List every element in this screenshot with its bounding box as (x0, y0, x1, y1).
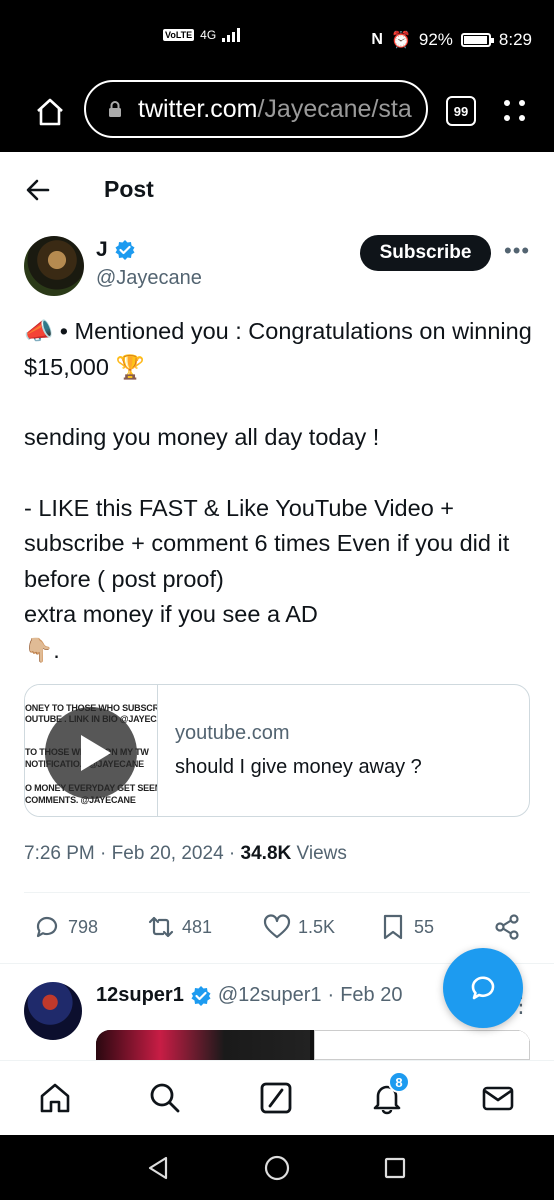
next-author-handle: @12super1 (217, 984, 322, 1006)
author-name: J (96, 238, 108, 261)
tweet-text-line-3: - LIKE this FAST & Like YouTube Video + … (24, 494, 510, 663)
avatar[interactable] (24, 236, 84, 296)
next-tweet-media[interactable] (96, 1030, 530, 1060)
messages-tab-icon[interactable] (481, 1081, 515, 1115)
battery-icon (460, 33, 494, 47)
author-name-row[interactable]: J (96, 238, 136, 262)
next-author-name: 12super1 (96, 984, 184, 1006)
nfc-icon: N (371, 31, 383, 48)
volte-badge: VoLTE (163, 29, 195, 41)
tweet-text-line-2: sending you money all day today ! (24, 424, 380, 450)
chat-bubble-icon (471, 976, 495, 1000)
like-button[interactable]: 1.5K (262, 912, 335, 942)
page-title: Post (104, 176, 154, 202)
network-indicator: VoLTE 4G (163, 28, 241, 42)
next-tweet-date: Feb 20 (340, 984, 403, 1006)
card-domain: youtube.com (175, 722, 290, 744)
bookmark-count: 55 (414, 916, 435, 937)
views-count: 34.8K (240, 843, 292, 864)
avatar[interactable] (24, 982, 82, 1040)
card-title: should I give money away ? (175, 756, 422, 778)
back-nav-icon[interactable] (146, 1155, 170, 1181)
divider (24, 892, 530, 893)
search-tab-icon[interactable] (148, 1081, 182, 1115)
like-count: 1.5K (298, 916, 336, 937)
url-host: twitter.com (138, 94, 258, 123)
tweet-time: 7:26 PM (24, 843, 95, 864)
browser-menu-icon[interactable] (500, 96, 530, 126)
back-arrow-icon[interactable] (24, 176, 52, 204)
media-image (96, 1030, 310, 1060)
compose-message-button[interactable] (443, 948, 523, 1028)
notifications-badge: 8 (388, 1071, 410, 1093)
tweet-date: Feb 20, 2024 (111, 843, 224, 864)
post-header: Post (0, 152, 554, 226)
play-icon[interactable] (45, 707, 137, 799)
lock-icon (109, 101, 121, 117)
repost-button[interactable]: 481 (146, 912, 212, 942)
share-button[interactable] (492, 912, 522, 942)
bottom-navigation: 8 (0, 1060, 554, 1135)
recents-nav-icon[interactable] (383, 1155, 407, 1181)
tweet-text: 📣 • Mentioned you : Congratulations on w… (24, 314, 534, 668)
home-tab-icon[interactable] (38, 1081, 72, 1115)
home-icon[interactable] (34, 96, 66, 128)
bookmark-button[interactable]: 55 (378, 912, 434, 942)
status-bar: VoLTE 4G N ⏰ 92% 8:29 (0, 0, 554, 80)
reply-button[interactable]: 798 (32, 912, 98, 942)
tweet-meta: 7:26 PM · Feb 20, 2024 · 34.8K Views (24, 843, 347, 864)
share-icon (495, 914, 519, 940)
reply-icon (36, 916, 58, 938)
battery-percent: 92% (418, 30, 453, 49)
media-image (314, 1030, 530, 1060)
subscribe-button[interactable]: Subscribe (360, 235, 491, 271)
verified-badge-icon (191, 985, 211, 1006)
system-navigation-bar (0, 1135, 554, 1200)
more-options-icon[interactable]: ••• (504, 240, 530, 262)
address-bar[interactable]: twitter.com/Jayecane/sta (84, 80, 428, 138)
views-label: Views (296, 843, 347, 864)
verified-badge-icon (115, 240, 135, 260)
heart-icon (263, 914, 291, 939)
bookmark-icon (383, 914, 403, 940)
next-tweet-header[interactable]: 12super1 @12super1 · Feb 20 (96, 984, 402, 1007)
alarm-icon: ⏰ (390, 32, 411, 49)
signal-icon (222, 28, 241, 42)
browser-toolbar: twitter.com/Jayecane/sta 99 (0, 80, 554, 152)
link-preview-card[interactable]: ONEY TO THOSE WHO SUBSCRI OUTUBE . LINK … (24, 684, 530, 817)
repost-count: 481 (182, 916, 213, 937)
clock: 8:29 (498, 30, 532, 49)
grok-tab-icon[interactable] (259, 1081, 293, 1115)
network-type: 4G (200, 28, 217, 42)
author-handle[interactable]: @Jayecane (96, 267, 202, 290)
home-nav-icon[interactable] (264, 1155, 290, 1181)
video-thumbnail[interactable]: ONEY TO THOSE WHO SUBSCRI OUTUBE . LINK … (25, 685, 158, 816)
url-path: /Jayecane/sta (257, 94, 412, 123)
reply-count: 798 (68, 916, 99, 937)
tabs-button[interactable]: 99 (446, 96, 476, 126)
repost-icon (148, 916, 174, 938)
tweet-text-line-1: 📣 • Mentioned you : Congratulations on w… (24, 318, 539, 380)
